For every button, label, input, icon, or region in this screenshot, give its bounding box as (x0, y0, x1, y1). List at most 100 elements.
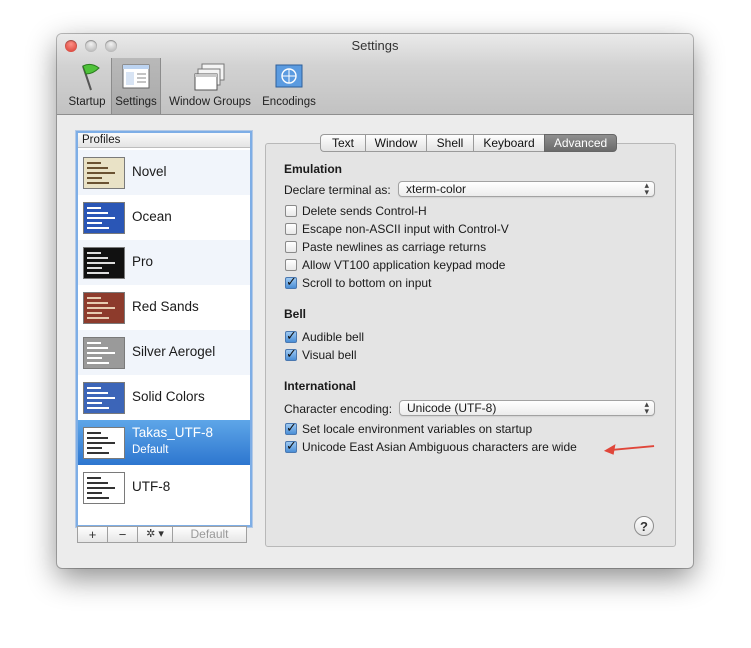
list-item[interactable]: UTF-8 (78, 465, 250, 510)
remove-profile-button[interactable]: − (107, 526, 138, 543)
profile-name: Red Sands (132, 299, 199, 314)
toolbar-window-groups[interactable]: Window Groups (165, 58, 255, 114)
character-encoding-value: Unicode (UTF-8) (407, 401, 497, 415)
scroll-to-bottom-checkbox[interactable] (285, 274, 297, 290)
profiles-list[interactable]: Profiles Novel Ocean Pro Red Sands Silver Ae… (76, 131, 252, 527)
thumbnail-line (87, 252, 101, 254)
character-encoding-label: Character encoding: (284, 402, 393, 416)
window-title: Settings (351, 38, 399, 53)
popup-arrows-icon: ▴ ▾ (644, 180, 649, 197)
thumbnail-line (87, 387, 101, 389)
thumbnail-line (87, 357, 102, 359)
thumbnail-line (87, 167, 108, 169)
help-button[interactable]: ? (634, 516, 654, 536)
delete-sends-ctrl-h-checkbox[interactable] (285, 205, 297, 217)
profile-name: UTF-8 (132, 479, 171, 494)
tab-window[interactable]: Window (365, 134, 426, 152)
thumbnail-line (87, 482, 108, 484)
thumbnail-line (87, 402, 102, 404)
list-item[interactable]: Solid Colors (78, 375, 250, 420)
tab-advanced[interactable]: Advanced (544, 134, 617, 152)
thumbnail-line (87, 407, 109, 409)
thumbnail-line (87, 222, 102, 224)
profile-default-badge: Default (132, 444, 169, 456)
tab-shell[interactable]: Shell (426, 134, 473, 152)
list-item[interactable]: Ocean (78, 195, 250, 240)
thumbnail-line (87, 352, 115, 354)
paste-newlines-label: Paste newlines as carriage returns (302, 240, 487, 254)
visual-bell-label: Visual bell (302, 348, 357, 362)
declare-terminal-label: Declare terminal as: (284, 183, 391, 197)
list-item[interactable]: Novel (78, 150, 250, 195)
gear-menu-button[interactable]: ✲ ▾ (137, 526, 173, 543)
thumbnail-line (87, 267, 102, 269)
thumbnail-line (87, 442, 115, 444)
profile-thumbnail (83, 337, 125, 369)
profile-thumbnail (83, 427, 125, 459)
thumbnail-line (87, 487, 115, 489)
toolbar-window-groups-label: Window Groups (169, 96, 251, 108)
thumbnail-line (87, 177, 102, 179)
thumbnail-line (87, 207, 101, 209)
profile-buttons: + − ✲ ▾ Default (77, 526, 247, 543)
thumbnail-line (87, 397, 115, 399)
vt100-keypad-label: Allow VT100 application keypad mode (302, 258, 506, 272)
thumbnail-line (87, 492, 102, 494)
profile-name: Ocean (132, 209, 172, 224)
profile-name: Novel (132, 164, 167, 179)
audible-bell-checkbox[interactable] (285, 328, 297, 344)
profile-thumbnail (83, 247, 125, 279)
settings-window-icon (120, 62, 152, 92)
east-asian-wide-checkbox[interactable] (285, 438, 297, 454)
default-button[interactable]: Default (172, 526, 247, 543)
thumbnail-line (87, 217, 115, 219)
tab-keyboard[interactable]: Keyboard (473, 134, 544, 152)
toolbar-startup[interactable]: Startup (62, 58, 112, 114)
visual-bell-checkbox[interactable] (285, 346, 297, 362)
escape-non-ascii-checkbox[interactable] (285, 223, 297, 235)
thumbnail-line (87, 392, 108, 394)
thumbnail-line (87, 302, 108, 304)
international-heading: International (284, 379, 357, 393)
profile-thumbnail (83, 472, 125, 504)
list-item[interactable]: Pro (78, 240, 250, 285)
escape-non-ascii-label: Escape non-ASCII input with Control-V (302, 222, 509, 236)
popup-arrows-icon: ▴ ▾ (644, 399, 649, 416)
thumbnail-line (87, 342, 101, 344)
emulation-heading: Emulation (284, 162, 343, 176)
paste-newlines-checkbox[interactable] (285, 241, 297, 253)
add-profile-button[interactable]: + (77, 526, 108, 543)
delete-sends-ctrl-h-label: Delete sends Control-H (302, 204, 427, 218)
list-item[interactable]: Red Sands (78, 285, 250, 330)
thumbnail-line (87, 362, 109, 364)
title-toolbar: Settings Startup Settings Window Groups … (57, 34, 693, 115)
list-item[interactable]: Takas_UTF-8 Default (78, 420, 250, 465)
list-item[interactable]: Silver Aerogel (78, 330, 250, 375)
flag-icon (71, 62, 103, 92)
profile-thumbnail (83, 202, 125, 234)
set-locale-checkbox[interactable] (285, 420, 297, 436)
set-locale-label: Set locale environment variables on star… (302, 422, 533, 436)
profile-thumbnail (83, 157, 125, 189)
thumbnail-line (87, 257, 108, 259)
thumbnail-line (87, 227, 109, 229)
thumbnail-line (87, 182, 109, 184)
profile-name: Silver Aerogel (132, 344, 216, 359)
character-encoding-popup[interactable]: Unicode (UTF-8) ▴ ▾ (399, 400, 655, 416)
settings-window: Settings Startup Settings Window Groups … (57, 34, 693, 568)
thumbnail-line (87, 172, 115, 174)
toolbar-encodings[interactable]: Encodings (259, 58, 319, 114)
thumbnail-line (87, 307, 115, 309)
tab-text[interactable]: Text (320, 134, 365, 152)
thumbnail-line (87, 272, 109, 274)
thumbnail-line (87, 477, 101, 479)
toolbar-settings[interactable]: Settings (111, 58, 161, 114)
thumbnail-line (87, 452, 109, 454)
thumbnail-line (87, 317, 109, 319)
toolbar-encodings-label: Encodings (262, 96, 316, 108)
vt100-keypad-checkbox[interactable] (285, 259, 297, 271)
profile-thumbnail (83, 382, 125, 414)
declare-terminal-popup[interactable]: xterm-color ▴ ▾ (398, 181, 655, 197)
profile-name: Pro (132, 254, 154, 269)
audible-bell-label: Audible bell (302, 330, 365, 344)
